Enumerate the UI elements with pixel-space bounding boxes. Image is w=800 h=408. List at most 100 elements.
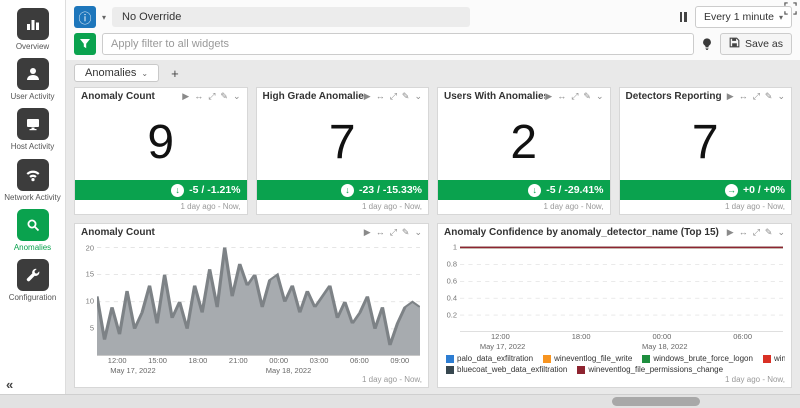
play-icon[interactable]: ▶	[182, 92, 189, 101]
maximize-icon[interactable]: ⤢	[753, 92, 760, 101]
resize-icon[interactable]: ↔	[376, 228, 385, 237]
legend-label: wineventl	[774, 354, 785, 363]
chart-range-label: 1 day ago - Now,	[438, 375, 791, 387]
play-icon[interactable]: ▶	[727, 92, 734, 101]
filter-button[interactable]	[74, 33, 96, 55]
x-tick: 09:00	[390, 356, 409, 366]
play-icon[interactable]: ▶	[364, 92, 371, 101]
horizontal-scrollbar[interactable]	[0, 394, 800, 408]
chevron-down-icon[interactable]: ⌄	[414, 228, 422, 237]
legend-swatch	[763, 355, 771, 363]
edit-icon[interactable]: ✎	[583, 92, 591, 101]
play-icon[interactable]: ▶	[727, 228, 734, 237]
chart-legend: palo_data_exfiltration wineventlog_file_…	[438, 351, 791, 375]
y-tick: 15	[86, 269, 94, 278]
x-axis-dates: May 17, 2022 May 18, 2022	[460, 342, 791, 351]
resize-icon[interactable]: ↔	[376, 92, 385, 101]
resize-icon[interactable]: ↔	[739, 92, 748, 101]
sidebar-item-user-activity[interactable]: User Activity	[0, 58, 65, 101]
date-label: May 17, 2022	[110, 366, 155, 375]
x-tick: 12:00	[491, 332, 510, 342]
legend-label: wineventlog_file_write	[554, 354, 632, 363]
override-button[interactable]: ⓘ	[74, 6, 96, 28]
kpi-value: 7	[257, 105, 429, 180]
widget-title: High Grade Anomalies	[263, 91, 364, 102]
y-tick: 0.6	[447, 277, 457, 286]
play-icon[interactable]: ▶	[545, 92, 552, 101]
widget-toolbar: ▶ ↔ ⤢ ✎ ⌄	[364, 92, 422, 101]
edit-icon[interactable]: ✎	[765, 92, 773, 101]
kpi-range-label: 1 day ago - Now,	[75, 200, 247, 214]
edit-icon[interactable]: ✎	[220, 92, 228, 101]
legend-item[interactable]: wineventl	[763, 354, 785, 363]
kpi-delta-bar: → +0 / +0%	[620, 180, 792, 200]
funnel-icon	[79, 37, 91, 52]
sidebar-item-label: Host Activity	[0, 142, 65, 151]
override-caret-icon[interactable]: ▾	[102, 13, 106, 22]
x-axis-labels: 12:00 18:00 00:00 06:00	[460, 332, 783, 342]
toolbar: ⓘ ▾ No Override Every 1 minute ▾	[66, 0, 800, 60]
chevron-down-icon: ⌄	[141, 69, 148, 78]
sidebar-item-overview[interactable]: Overview	[0, 8, 65, 51]
date-label: May 17, 2022	[480, 342, 525, 351]
anomaly-count-plot-area[interactable]: 20 15 10 5	[97, 243, 420, 356]
maximize-icon[interactable]: ⤢	[208, 92, 215, 101]
sidebar-item-label: Configuration	[0, 293, 65, 302]
save-icon	[729, 37, 740, 51]
resize-icon[interactable]: ↔	[194, 92, 203, 101]
widget-toolbar: ▶ ↔ ⤢ ✎ ⌄	[727, 92, 785, 101]
kpi-value: 2	[438, 105, 610, 180]
legend-item[interactable]: windows_brute_force_logon	[642, 354, 753, 363]
kpi-delta-text: +0 / +0%	[743, 184, 785, 196]
kpi-card-users-with-anomalies: Users With Anomalies ▶ ↔ ⤢ ✎ ⌄ 2 ↓ -5 / …	[437, 87, 611, 215]
refresh-interval-dropdown[interactable]: Every 1 minute ▾	[695, 6, 792, 28]
override-row: ⓘ ▾ No Override Every 1 minute ▾	[74, 6, 792, 28]
chart-range-label: 1 day ago - Now,	[75, 375, 428, 387]
maximize-icon[interactable]: ⤢	[571, 92, 578, 101]
legend-item[interactable]: palo_data_exfiltration	[446, 354, 533, 363]
maximize-icon[interactable]: ⤢	[390, 92, 397, 101]
legend-item[interactable]: wineventlog_file_write	[543, 354, 632, 363]
confidence-plot-area[interactable]: 1 0.8 0.6 0.4 0.2	[460, 243, 783, 332]
edit-icon[interactable]: ✎	[402, 92, 410, 101]
kpi-range-label: 1 day ago - Now,	[620, 200, 792, 214]
edit-icon[interactable]: ✎	[402, 228, 410, 237]
lightbulb-icon[interactable]	[700, 37, 714, 52]
kpi-delta-text: -5 / -1.21%	[189, 184, 240, 196]
chevron-down-icon[interactable]: ⌄	[414, 92, 422, 101]
chevron-down-icon[interactable]: ⌄	[777, 228, 785, 237]
y-tick: 5	[90, 323, 94, 332]
legend-item[interactable]: wineventlog_file_permissions_change	[577, 365, 723, 374]
edit-icon[interactable]: ✎	[765, 228, 773, 237]
chevron-down-icon[interactable]: ⌄	[596, 92, 604, 101]
chevron-down-icon[interactable]: ⌄	[777, 92, 785, 101]
sidebar-item-anomalies[interactable]: Anomalies	[0, 209, 65, 252]
sidebar-item-configuration[interactable]: Configuration	[0, 259, 65, 302]
add-tab-button[interactable]: +	[167, 66, 183, 81]
scrollbar-thumb[interactable]	[612, 397, 700, 406]
legend-swatch	[446, 355, 454, 363]
widget-title: Users With Anomalies	[444, 91, 545, 102]
resize-icon[interactable]: ↔	[557, 92, 566, 101]
save-as-button[interactable]: Save as	[720, 33, 792, 55]
x-tick: 00:00	[269, 356, 288, 366]
chevron-down-icon[interactable]: ⌄	[233, 92, 241, 101]
trend-arrow-icon: →	[725, 184, 738, 197]
resize-icon[interactable]: ↔	[739, 228, 748, 237]
sidebar-item-network-activity[interactable]: Network Activity	[0, 159, 65, 202]
pause-refresh-icon[interactable]	[678, 12, 689, 22]
filter-input[interactable]	[102, 33, 694, 55]
maximize-icon[interactable]: ⤢	[390, 228, 397, 237]
legend-item[interactable]: bluecoat_web_data_exfiltration	[446, 365, 567, 374]
play-icon[interactable]: ▶	[364, 228, 371, 237]
widget-toolbar: ▶ ↔ ⤢ ✎ ⌄	[182, 92, 240, 101]
maximize-icon[interactable]: ⤢	[753, 228, 760, 237]
collapse-sidebar-icon[interactable]: «	[6, 377, 13, 392]
kpi-range-label: 1 day ago - Now,	[257, 200, 429, 214]
legend-swatch	[543, 355, 551, 363]
x-axis-dates: May 17, 2022 May 18, 2022	[97, 366, 428, 375]
legend-label: windows_brute_force_logon	[653, 354, 753, 363]
tab-anomalies[interactable]: Anomalies ⌄	[74, 64, 159, 82]
fullscreen-icon[interactable]	[784, 2, 797, 20]
sidebar-item-host-activity[interactable]: Host Activity	[0, 108, 65, 151]
